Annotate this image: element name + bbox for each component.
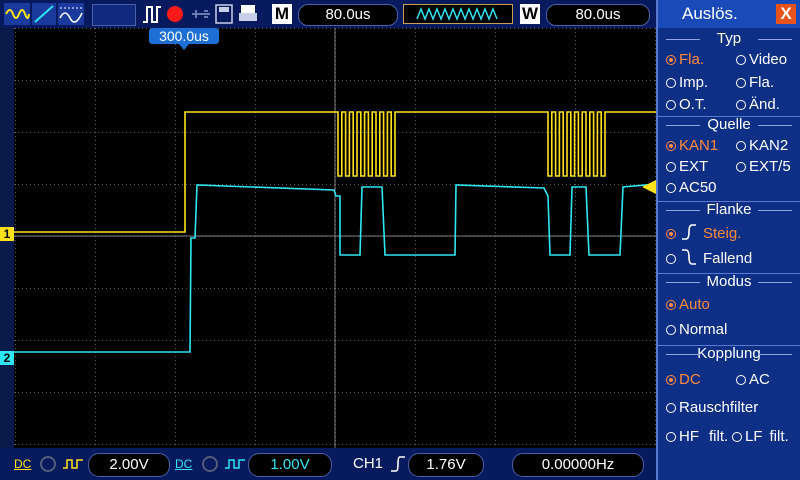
typ-option-pulse[interactable]: Imp. <box>666 73 708 93</box>
waveforms <box>14 111 656 353</box>
run-stop-icon[interactable] <box>165 3 185 25</box>
section-flanke-title: Flanke <box>658 201 800 219</box>
kopplung-option-lf-filter[interactable]: LF filt. <box>732 427 789 447</box>
trigger-level-readout[interactable]: 1.76V <box>408 453 484 477</box>
top-toolbar: M 80.0us W 80.0us <box>0 0 656 28</box>
quelle-option-kan2[interactable]: KAN2 <box>736 136 788 156</box>
radio-icon <box>666 403 676 413</box>
typ-option-change[interactable]: Änd. <box>736 95 780 115</box>
ch1-trace <box>14 111 656 233</box>
quelle-option-kan1[interactable]: KAN1 <box>666 136 718 156</box>
waveform-overview-icon <box>403 4 513 24</box>
typ-option-edge[interactable]: Fla. <box>666 50 704 70</box>
ch1-invert-icon <box>63 459 83 469</box>
ch2-bandwidth-icon <box>202 456 218 472</box>
radio-icon <box>666 55 676 65</box>
quelle-option-ac50[interactable]: AC50 <box>666 178 717 198</box>
modus-option-auto[interactable]: Auto <box>666 295 710 315</box>
modus-option-normal[interactable]: Normal <box>666 320 727 340</box>
pulse-trigger-icon <box>143 6 161 23</box>
radio-icon <box>666 141 676 151</box>
radio-icon <box>736 100 746 110</box>
radio-icon <box>666 100 676 110</box>
save-icon[interactable] <box>214 3 234 25</box>
waveform-display[interactable] <box>14 28 656 448</box>
section-quelle-title: Quelle <box>658 116 800 134</box>
radio-icon <box>666 78 676 88</box>
quelle-option-ext5[interactable]: EXT/5 <box>736 157 791 177</box>
trigger-source-readout: CH1 <box>353 455 384 472</box>
radio-icon <box>736 375 746 385</box>
usb-icon <box>192 10 210 18</box>
ch1-bandwidth-icon <box>40 456 56 472</box>
memory-window <box>92 4 136 26</box>
falling-edge-icon <box>682 249 696 265</box>
typ-option-video[interactable]: Video <box>736 50 787 70</box>
ch1-ground-marker[interactable]: 1 <box>0 227 14 241</box>
trigger-menu: Auslös. X Typ Fla. Video Imp. Fla. O.T. … <box>656 0 800 480</box>
flanke-option-rising[interactable]: Steig. <box>666 223 741 243</box>
section-typ-title: Typ <box>658 30 800 48</box>
radio-icon <box>666 432 676 442</box>
typ-option-slope[interactable]: Fla. <box>736 73 774 93</box>
radio-icon <box>732 432 742 442</box>
rising-edge-icon <box>682 224 696 240</box>
quelle-option-ext[interactable]: EXT <box>666 157 708 177</box>
radio-icon <box>736 162 746 172</box>
typ-option-ot[interactable]: O.T. <box>666 95 707 115</box>
main-timebase-mode[interactable]: M <box>272 4 292 24</box>
section-modus-title: Modus <box>658 273 800 291</box>
radio-icon <box>666 325 676 335</box>
ch2-coupling[interactable]: DC <box>175 454 195 474</box>
radio-icon <box>666 162 676 172</box>
radio-icon <box>666 254 676 264</box>
radio-icon <box>666 375 676 385</box>
flanke-option-falling[interactable]: Fallend <box>666 248 752 268</box>
timebase-readout: 80.0us <box>298 4 398 26</box>
bottom-status-bar: DC 2.00V DC 1.00V CH1 1.76V 0.00000Hz <box>0 448 656 480</box>
trigger-position-pointer <box>179 44 189 50</box>
trigger-level-marker[interactable] <box>642 180 656 194</box>
ch1-volts-div[interactable]: 2.00V <box>88 453 170 477</box>
radio-icon <box>736 55 746 65</box>
kopplung-option-ac[interactable]: AC <box>736 370 770 390</box>
ch2-trace <box>14 183 656 353</box>
ch2-ground-marker[interactable]: 2 <box>0 351 14 365</box>
radio-icon <box>666 229 676 239</box>
kopplung-option-noise-filter[interactable]: Rauschfilter <box>666 398 758 418</box>
kopplung-option-hf-filter[interactable]: HF filt. <box>666 427 728 447</box>
ramp-icon[interactable] <box>32 3 56 25</box>
ch1-coupling[interactable]: DC <box>14 454 34 474</box>
cursor-grid-icon[interactable] <box>58 3 84 25</box>
section-kopplung-title: Kopplung <box>658 345 800 363</box>
print-icon[interactable] <box>238 3 258 25</box>
radio-icon <box>666 300 676 310</box>
ch2-invert-icon <box>225 459 245 469</box>
kopplung-option-dc[interactable]: DC <box>666 370 701 390</box>
ch2-volts-div[interactable]: 1.00V <box>248 453 332 477</box>
close-icon[interactable]: X <box>776 4 796 24</box>
window-mode[interactable]: W <box>520 4 540 24</box>
trigger-position-readout[interactable]: 300.0us <box>149 28 219 44</box>
window-timebase-readout: 80.0us <box>546 4 650 26</box>
rising-edge-icon <box>391 456 405 472</box>
radio-icon <box>736 78 746 88</box>
radio-icon <box>666 183 676 193</box>
ac-coupling-icon[interactable] <box>4 3 30 25</box>
frequency-readout: 0.00000Hz <box>512 453 644 477</box>
radio-icon <box>736 141 746 151</box>
